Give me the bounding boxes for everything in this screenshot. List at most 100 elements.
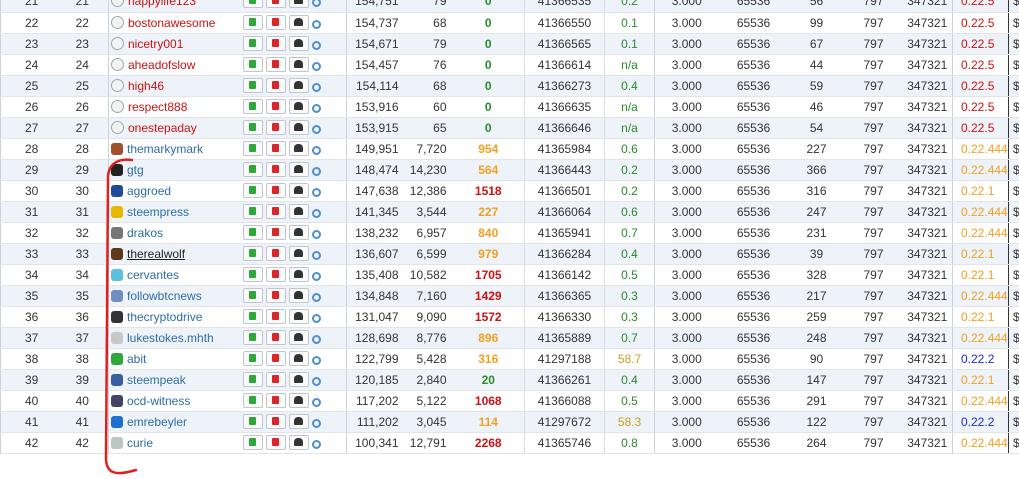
witness-name-link[interactable]: lukestokes.mhth — [127, 331, 214, 345]
thumbs-up-icon[interactable] — [242, 308, 263, 324]
witness-name-link[interactable]: steempeak — [127, 373, 186, 387]
thumbs-up-icon[interactable] — [242, 287, 263, 303]
add-user-icon[interactable] — [288, 161, 309, 177]
thumbs-down-icon[interactable] — [265, 35, 286, 51]
witness-name-link[interactable]: curie — [127, 436, 153, 450]
link-icon[interactable] — [309, 101, 323, 115]
thumbs-down-icon[interactable] — [265, 161, 286, 177]
thumbs-up-icon[interactable] — [242, 182, 263, 198]
witness-name-link[interactable]: aggroed — [127, 184, 171, 198]
link-icon[interactable] — [309, 227, 323, 241]
witness-name-link[interactable]: emrebeyler — [127, 415, 187, 429]
witness-name-link[interactable]: themarkymark — [127, 142, 203, 156]
thumbs-up-icon[interactable] — [242, 350, 263, 366]
link-icon[interactable] — [309, 0, 323, 10]
thumbs-up-icon[interactable] — [242, 56, 263, 72]
add-user-icon[interactable] — [288, 245, 309, 261]
link-icon[interactable] — [309, 416, 323, 430]
add-user-icon[interactable] — [288, 266, 309, 282]
link-icon[interactable] — [309, 143, 323, 157]
witness-name-link[interactable]: respect888 — [128, 100, 187, 114]
thumbs-up-icon[interactable] — [242, 119, 263, 135]
witness-name-link[interactable]: steempress — [127, 205, 189, 219]
link-icon[interactable] — [309, 122, 323, 136]
add-user-icon[interactable] — [288, 140, 309, 156]
witness-name-link[interactable]: therealwolf — [127, 247, 185, 261]
thumbs-up-icon[interactable] — [242, 413, 263, 429]
link-icon[interactable] — [309, 269, 323, 283]
add-user-icon[interactable] — [288, 371, 309, 387]
thumbs-down-icon[interactable] — [265, 119, 286, 135]
add-user-icon[interactable] — [288, 0, 309, 9]
link-icon[interactable] — [309, 206, 323, 220]
add-user-icon[interactable] — [288, 77, 309, 93]
add-user-icon[interactable] — [288, 308, 309, 324]
add-user-icon[interactable] — [288, 35, 309, 51]
thumbs-down-icon[interactable] — [265, 77, 286, 93]
add-user-icon[interactable] — [288, 182, 309, 198]
link-icon[interactable] — [309, 311, 323, 325]
link-icon[interactable] — [309, 395, 323, 409]
add-user-icon[interactable] — [288, 224, 309, 240]
add-user-icon[interactable] — [288, 392, 309, 408]
thumbs-down-icon[interactable] — [265, 329, 286, 345]
thumbs-down-icon[interactable] — [265, 140, 286, 156]
thumbs-down-icon[interactable] — [265, 14, 286, 30]
link-icon[interactable] — [309, 437, 323, 451]
link-icon[interactable] — [309, 59, 323, 73]
link-icon[interactable] — [309, 38, 323, 52]
link-icon[interactable] — [309, 185, 323, 199]
thumbs-down-icon[interactable] — [265, 392, 286, 408]
witness-name-link[interactable]: followbtcnews — [127, 289, 202, 303]
add-user-icon[interactable] — [288, 287, 309, 303]
thumbs-up-icon[interactable] — [242, 392, 263, 408]
thumbs-up-icon[interactable] — [242, 224, 263, 240]
thumbs-down-icon[interactable] — [265, 350, 286, 366]
thumbs-up-icon[interactable] — [242, 245, 263, 261]
link-icon[interactable] — [309, 374, 323, 388]
thumbs-down-icon[interactable] — [265, 182, 286, 198]
thumbs-up-icon[interactable] — [242, 266, 263, 282]
witness-name-link[interactable]: high46 — [128, 79, 164, 93]
witness-name-link[interactable]: happylife123 — [128, 0, 196, 8]
add-user-icon[interactable] — [288, 434, 309, 450]
witness-name-link[interactable]: abit — [127, 352, 146, 366]
link-icon[interactable] — [309, 332, 323, 346]
add-user-icon[interactable] — [288, 350, 309, 366]
thumbs-down-icon[interactable] — [265, 287, 286, 303]
witness-name-link[interactable]: thecryptodrive — [127, 310, 202, 324]
thumbs-down-icon[interactable] — [265, 308, 286, 324]
thumbs-down-icon[interactable] — [265, 434, 286, 450]
add-user-icon[interactable] — [288, 56, 309, 72]
thumbs-down-icon[interactable] — [265, 266, 286, 282]
add-user-icon[interactable] — [288, 119, 309, 135]
thumbs-down-icon[interactable] — [265, 224, 286, 240]
link-icon[interactable] — [309, 353, 323, 367]
thumbs-down-icon[interactable] — [265, 98, 286, 114]
witness-name-link[interactable]: onestepaday — [128, 121, 197, 135]
witness-name-link[interactable]: ocd-witness — [127, 394, 190, 408]
thumbs-up-icon[interactable] — [242, 0, 263, 9]
witness-name-link[interactable]: drakos — [127, 226, 163, 240]
thumbs-up-icon[interactable] — [242, 203, 263, 219]
witness-name-link[interactable]: cervantes — [127, 268, 179, 282]
link-icon[interactable] — [309, 164, 323, 178]
thumbs-up-icon[interactable] — [242, 35, 263, 51]
thumbs-down-icon[interactable] — [265, 56, 286, 72]
link-icon[interactable] — [309, 80, 323, 94]
thumbs-up-icon[interactable] — [242, 14, 263, 30]
thumbs-down-icon[interactable] — [265, 413, 286, 429]
thumbs-up-icon[interactable] — [242, 161, 263, 177]
link-icon[interactable] — [309, 248, 323, 262]
thumbs-down-icon[interactable] — [265, 371, 286, 387]
thumbs-down-icon[interactable] — [265, 245, 286, 261]
thumbs-up-icon[interactable] — [242, 371, 263, 387]
add-user-icon[interactable] — [288, 203, 309, 219]
link-icon[interactable] — [309, 17, 323, 31]
thumbs-up-icon[interactable] — [242, 98, 263, 114]
thumbs-down-icon[interactable] — [265, 0, 286, 9]
add-user-icon[interactable] — [288, 329, 309, 345]
add-user-icon[interactable] — [288, 98, 309, 114]
thumbs-up-icon[interactable] — [242, 434, 263, 450]
witness-name-link[interactable]: gtg — [127, 163, 144, 177]
